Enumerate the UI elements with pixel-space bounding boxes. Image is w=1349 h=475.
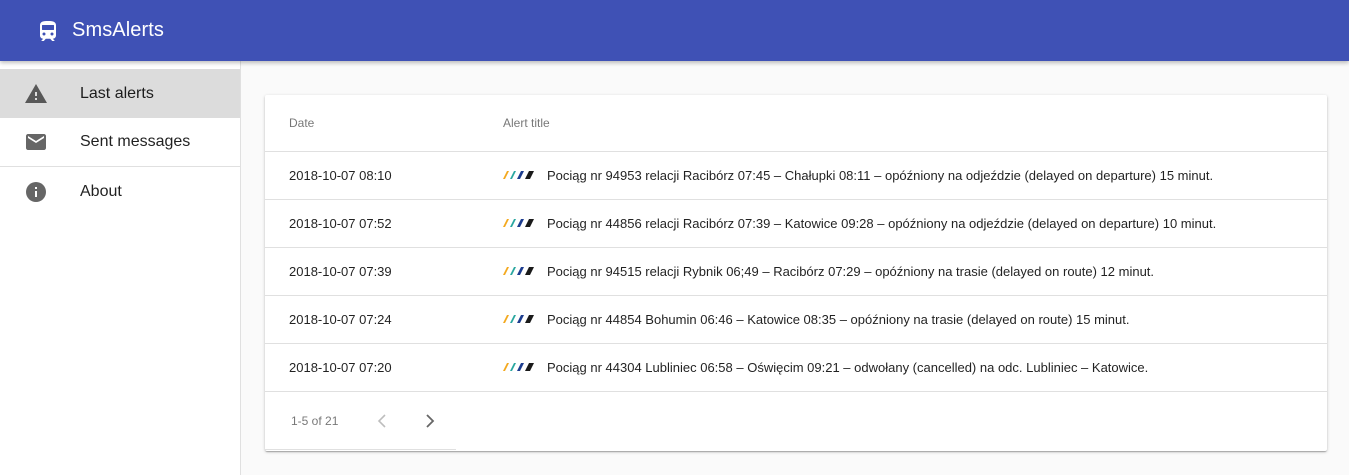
alert-title-text: Pociąg nr 94515 relacji Rybnik 06;49 – R…	[547, 263, 1155, 279]
table-header-row: Date Alert title	[265, 95, 1327, 152]
koleje-slaskie-stripes-icon	[503, 315, 547, 323]
table-row[interactable]: 2018-10-07 07:20 Pociąg nr 44304 Lublinie…	[265, 343, 1327, 392]
sidebar-item-about[interactable]: About	[0, 167, 240, 216]
koleje-slaskie-stripes-icon	[503, 267, 547, 275]
koleje-slaskie-stripes-icon	[503, 363, 547, 371]
sidebar-item-last-alerts[interactable]: Last alerts	[0, 69, 240, 118]
alert-title-cell: Pociąg nr 94515 relacji Rybnik 06;49 – R…	[503, 247, 1327, 296]
main-content: Date Alert title 2018-10-07 08:10 Pociąg …	[241, 61, 1349, 475]
column-header-date[interactable]: Date	[265, 95, 503, 152]
alert-date-cell: 2018-10-07 08:10	[265, 151, 503, 200]
column-header-alert-title[interactable]: Alert title	[503, 95, 1327, 152]
table-row[interactable]: 2018-10-07 07:52 Pociąg nr 44856 relacji …	[265, 199, 1327, 248]
alert-title-cell: Pociąg nr 44856 relacji Racibórz 07:39 –…	[503, 199, 1327, 248]
info-icon	[24, 180, 48, 204]
sidebar-item-label: About	[80, 182, 122, 200]
sidebar-item-label: Last alerts	[80, 84, 154, 102]
alert-date-cell: 2018-10-07 07:39	[265, 247, 503, 296]
alerts-table: Date Alert title 2018-10-07 08:10 Pociąg …	[265, 95, 1327, 392]
warning-icon	[24, 82, 48, 106]
paginator-divider	[265, 448, 456, 450]
alert-date-cell: 2018-10-07 07:52	[265, 199, 503, 248]
sidebar: Last alerts Sent messages About	[0, 61, 241, 475]
alert-title-cell: Pociąg nr 44854 Bohumin 06:46 – Katowice…	[503, 295, 1327, 344]
koleje-slaskie-stripes-icon	[503, 171, 547, 179]
chevron-left-icon	[377, 413, 386, 428]
alert-date-cell: 2018-10-07 07:24	[265, 295, 503, 344]
table-row[interactable]: 2018-10-07 08:10 Pociąg nr 94953 relacji …	[265, 151, 1327, 200]
alerts-table-card: Date Alert title 2018-10-07 08:10 Pociąg …	[265, 95, 1327, 451]
alert-title-text: Pociąg nr 44856 relacji Racibórz 07:39 –…	[547, 215, 1217, 231]
sidebar-item-label: Sent messages	[80, 133, 191, 150]
mail-icon	[24, 130, 48, 154]
alert-title-cell: Pociąg nr 44304 Lubliniec 06:58 – Oświęc…	[503, 343, 1327, 392]
alert-date-cell: 2018-10-07 07:20	[265, 343, 503, 392]
alert-title-text: Pociąg nr 94953 relacji Racibórz 07:45 –…	[547, 167, 1214, 183]
table-row[interactable]: 2018-10-07 07:39 Pociąg nr 94515 relacji …	[265, 247, 1327, 296]
koleje-slaskie-stripes-icon	[503, 219, 547, 227]
alert-title-text: Pociąg nr 44304 Lubliniec 06:58 – Oświęc…	[547, 359, 1149, 375]
sidebar-item-sent-messages[interactable]: Sent messages	[0, 118, 240, 167]
paginator: 1-5 of 21	[265, 392, 1327, 450]
paginator-range-label: 1-5 of 21	[291, 413, 339, 428]
next-page-button[interactable]	[418, 409, 442, 433]
previous-page-button[interactable]	[370, 409, 394, 433]
train-icon	[36, 19, 60, 43]
table-row[interactable]: 2018-10-07 07:24 Pociąg nr 44854 Bohumin …	[265, 295, 1327, 344]
alert-title-text: Pociąg nr 44854 Bohumin 06:46 – Katowice…	[547, 311, 1130, 327]
app-title: SmsAlerts	[72, 19, 165, 41]
alert-title-cell: Pociąg nr 94953 relacji Racibórz 07:45 –…	[503, 151, 1327, 200]
chevron-right-icon	[426, 413, 435, 428]
app-toolbar: SmsAlerts	[0, 0, 1349, 61]
